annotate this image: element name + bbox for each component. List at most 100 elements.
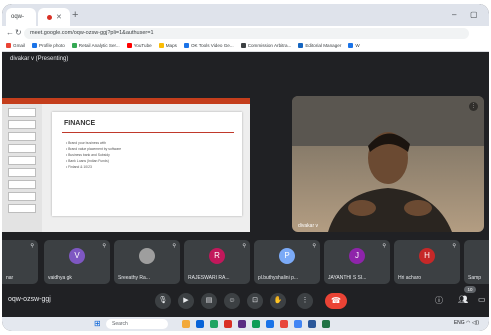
mic-muted-icon: ⚲ xyxy=(102,243,106,249)
participant-name: Hri acharo xyxy=(398,275,422,281)
tab-meet[interactable]: ✕ xyxy=(38,8,70,26)
bookmarks-bar: Gmail Profile photo Retail Analytic Ser.… xyxy=(2,40,489,52)
participant-tile[interactable]: V ⚲ vaidhya gk xyxy=(44,240,110,284)
bookmark-item[interactable]: YouTube xyxy=(126,43,152,48)
mic-muted-icon: ⚲ xyxy=(30,243,34,249)
end-call-button[interactable]: ☎ xyxy=(325,293,347,309)
more-options-button[interactable]: ⋮ xyxy=(297,293,313,309)
slide-thumbnail xyxy=(8,132,36,141)
participant-name: RAJESWARI RA... xyxy=(188,275,230,281)
minimize-icon[interactable]: – xyxy=(452,10,456,19)
file-explorer-icon[interactable] xyxy=(182,320,190,328)
slide-title: FINANCE xyxy=(64,120,96,127)
participant-tile[interactable]: ⚲ Sreeathy Ra... xyxy=(114,240,180,284)
bookmark-icon xyxy=(71,43,77,48)
participant-tile[interactable]: J ⚲ JAYANTHI S SI... xyxy=(324,240,390,284)
captions-button[interactable]: ▤ xyxy=(201,293,217,309)
present-button[interactable]: ⊡ xyxy=(247,293,263,309)
participant-tile[interactable]: H ⚲ Hri acharo xyxy=(394,240,460,284)
bookmark-icon xyxy=(348,43,354,48)
meeting-code: oqw-ozsw-ggj xyxy=(8,296,51,303)
taskbar-app-icon[interactable] xyxy=(196,320,204,328)
bookmark-item[interactable]: Gmail xyxy=(6,43,25,48)
chat-icon[interactable]: ▭ xyxy=(478,295,486,304)
participant-tile[interactable]: R ⚲ RAJESWARI RA... xyxy=(184,240,250,284)
participant-avatar: P xyxy=(279,248,295,264)
slide-bullet: Finland & 10/23 xyxy=(66,164,121,170)
raise-hand-button[interactable]: ✋ xyxy=(270,293,286,309)
slide-thumbnail xyxy=(8,192,36,201)
slide-thumbnail xyxy=(8,144,36,153)
bookmark-item[interactable]: W xyxy=(348,43,360,48)
taskbar-app-icon[interactable] xyxy=(294,320,302,328)
bookmark-item[interactable]: Profile photo xyxy=(32,43,65,48)
chrome-icon[interactable] xyxy=(210,320,218,328)
speaker-video xyxy=(292,96,484,232)
taskbar-app-icon[interactable] xyxy=(252,320,260,328)
excel-icon[interactable] xyxy=(322,320,330,328)
speaker-name: divakar v xyxy=(298,223,319,229)
bookmark-item[interactable]: OK Tools Video Ge... xyxy=(183,43,234,48)
taskbar-search[interactable]: Search xyxy=(106,319,168,329)
maps-icon xyxy=(158,43,164,48)
youtube-icon xyxy=(126,43,132,48)
word-icon[interactable] xyxy=(308,320,316,328)
reactions-button[interactable]: ☺ xyxy=(224,293,240,309)
participant-avatar: R xyxy=(209,248,225,264)
mic-button[interactable]: 🎙︎ xyxy=(155,293,171,309)
shared-screen[interactable]: FINANCE Brand your business with Brand v… xyxy=(2,98,250,232)
participant-tile[interactable]: ⚲ nar xyxy=(2,240,38,284)
taskbar-app-icon[interactable] xyxy=(280,320,288,328)
taskbar-app-icon[interactable] xyxy=(224,320,232,328)
tab-1[interactable]: oqw- xyxy=(6,8,36,26)
back-icon[interactable]: ← xyxy=(6,28,14,37)
browser-tabstrip: oqw- ✕ + – ▢ xyxy=(2,4,489,26)
screen: oqw- ✕ + – ▢ ← ↻ meet.google.com/oqw-ozs… xyxy=(2,4,489,331)
people-icon[interactable]: 👥︎ xyxy=(458,295,468,304)
bookmark-icon xyxy=(32,43,37,48)
slide-thumbnail xyxy=(8,180,36,189)
participant-tile[interactable]: P ⚲ pl.buthyshalini p... xyxy=(254,240,320,284)
bookmark-item[interactable]: Maps xyxy=(158,43,177,48)
slide-bullets: Brand your business with Brand value pla… xyxy=(66,140,121,170)
participant-name: vaidhya gk xyxy=(48,275,72,281)
windows-taskbar: ⊞ Search ENG ◠ ◁)) xyxy=(2,317,489,331)
bookmark-item[interactable]: Commission Arbitra... xyxy=(240,43,291,48)
address-bar: ← ↻ meet.google.com/oqw-ozsw-ggj?pli=1&a… xyxy=(2,26,489,40)
participant-name: JAYANTHI S SI... xyxy=(328,275,367,281)
slide-thumbnail xyxy=(8,204,36,213)
new-tab-plus-icon[interactable]: + xyxy=(72,8,78,22)
bookmark-icon xyxy=(298,43,304,48)
bookmark-item[interactable]: Retail Analytic Ser... xyxy=(71,43,120,48)
close-icon[interactable]: ✕ xyxy=(56,13,62,21)
slide-thumbnail xyxy=(8,168,36,177)
participant-avatar: V xyxy=(69,248,85,264)
slide-thumbnail xyxy=(8,156,36,165)
mic-muted-icon: ⚲ xyxy=(242,243,246,249)
url-field[interactable]: meet.google.com/oqw-ozsw-ggj?pli=1&authu… xyxy=(24,28,469,39)
participant-name: nar xyxy=(6,275,14,281)
participant-name: Sreeathy Ra... xyxy=(118,275,150,281)
mic-muted-icon: ⚲ xyxy=(382,243,386,249)
slide: FINANCE Brand your business with Brand v… xyxy=(52,112,242,216)
bookmark-item[interactable]: Editorial Manager xyxy=(298,43,341,48)
taskbar-app-icon[interactable] xyxy=(266,320,274,328)
bookmark-icon xyxy=(240,43,246,48)
mic-muted-icon: ⋮ xyxy=(469,102,478,111)
participant-tile[interactable]: Samp xyxy=(464,240,489,284)
mic-muted-icon: ⚲ xyxy=(452,243,456,249)
speaker-video-tile[interactable]: ⋮ divakar v xyxy=(292,96,484,232)
info-icon[interactable]: ⓘ xyxy=(435,295,443,306)
taskbar-app-icon[interactable] xyxy=(238,320,246,328)
participant-avatar: J xyxy=(349,248,365,264)
slide-thumbnails xyxy=(2,104,42,232)
system-tray: ENG ◠ ◁)) xyxy=(454,320,479,326)
maximize-icon[interactable]: ▢ xyxy=(470,10,478,19)
mic-muted-icon: ⚲ xyxy=(172,243,176,249)
reload-icon[interactable]: ↻ xyxy=(15,28,22,37)
slide-thumbnail xyxy=(8,120,36,129)
participant-name: Samp xyxy=(468,275,482,281)
windows-start-icon[interactable]: ⊞ xyxy=(94,320,102,328)
camera-button[interactable]: ▶ xyxy=(178,293,194,309)
bookmark-icon xyxy=(6,43,11,48)
